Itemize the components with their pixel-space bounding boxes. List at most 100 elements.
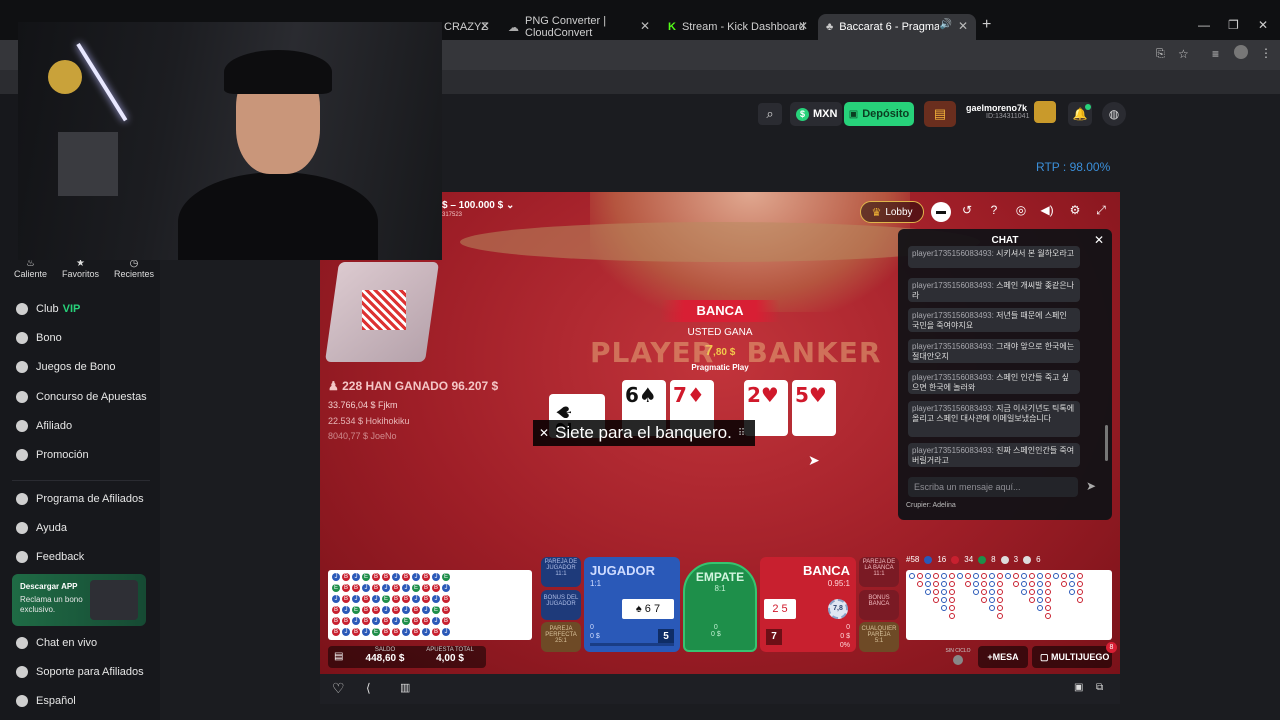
big-road-dot xyxy=(1069,589,1075,595)
bead-road-dot: B xyxy=(432,584,440,592)
sidebar-item-programa-afiliados[interactable]: Programa de Afiliados xyxy=(16,493,144,505)
support-icon xyxy=(16,666,28,678)
quick-link-favoritos[interactable]: ★ Favoritos xyxy=(62,258,99,279)
history-icon[interactable]: ↺ xyxy=(958,203,976,217)
settings-icon[interactable]: ⚙ xyxy=(1066,203,1084,217)
big-road-scoreboard[interactable] xyxy=(906,570,1112,640)
bet-tie[interactable]: EMPATE 8:1 00 $ xyxy=(683,562,757,652)
winner-row: 8040,77 $ JoeNo xyxy=(328,431,397,441)
bead-road-dot: B xyxy=(392,595,400,603)
currency-selector[interactable]: $ MXN xyxy=(790,102,842,126)
close-icon[interactable]: ✕ xyxy=(798,19,808,33)
user-profile[interactable]: gaelmoreno7k ID:134311041 xyxy=(966,101,1058,127)
picture-icon[interactable]: ▣ xyxy=(1074,682,1083,693)
bet-limits[interactable]: $ – 100.000 $ ⌄ xyxy=(442,200,514,211)
tab-baccarat[interactable]: ♣ Baccarat 6 - Pragmatic Play 🔊 ✕ xyxy=(818,14,976,40)
close-window-icon[interactable]: ✕ xyxy=(1258,18,1268,32)
big-road-dot xyxy=(941,573,947,579)
restore-icon[interactable]: ❐ xyxy=(1228,18,1239,32)
card-deck xyxy=(362,290,406,330)
bead-road-dot: B xyxy=(442,595,450,603)
bead-road-dot: J xyxy=(352,617,360,625)
fullscreen-icon[interactable]: ⤢ xyxy=(1092,203,1110,218)
sidebar-item-juegos-bono[interactable]: Juegos de Bono xyxy=(16,361,116,373)
bet-bonus-banker[interactable]: BONUS BANCA xyxy=(859,590,899,620)
sidebar-item-idioma[interactable]: Español xyxy=(16,695,76,707)
quick-link-caliente[interactable]: ♨ Caliente xyxy=(14,258,47,279)
lobby-button[interactable]: ♛ Lobby xyxy=(860,201,924,223)
tab-cloudconvert[interactable]: ☁ PNG Converter | CloudConvert ✕ xyxy=(500,14,658,40)
bet-player[interactable]: JUGADOR 1:1 ♠ 6 7 00 $ 5 xyxy=(584,557,680,652)
bet-perfect-pair[interactable]: PAREJA PERFECTA 25:1 xyxy=(541,622,581,652)
user-avatar xyxy=(1034,101,1056,123)
new-tab-button[interactable]: + xyxy=(982,16,991,34)
sidebar-item-bono[interactable]: Bono xyxy=(16,332,62,344)
send-icon[interactable]: ➤ xyxy=(1086,479,1096,493)
download-app-banner[interactable]: Descargar APP Reclama un bono exclusivo. xyxy=(12,574,146,626)
statistics-icon[interactable]: ◎ xyxy=(1012,203,1030,217)
bead-road-dot: E xyxy=(412,584,420,592)
multigame-button[interactable]: ▢ MULTIJUEGO xyxy=(1032,646,1112,668)
globe-icon xyxy=(16,695,28,707)
chat-icon[interactable]: ▬ xyxy=(931,202,951,222)
big-road-dot xyxy=(1077,589,1083,595)
big-road-dot xyxy=(997,605,1003,611)
bet-banker[interactable]: BANCA 0.95:1 2 5 7,8 7 00 $0% xyxy=(760,557,856,652)
big-road-dot xyxy=(1021,589,1027,595)
bet-label: JUGADOR xyxy=(590,563,656,578)
bookmark-star-icon[interactable]: ☆ xyxy=(1178,47,1189,61)
sidebar-item-club-vip[interactable]: Club VIP xyxy=(16,303,80,315)
chat-input[interactable]: Escriba un mensaje aquí... xyxy=(908,477,1078,497)
quick-link-recientes[interactable]: ◷ Recientes xyxy=(114,258,154,279)
bead-road-dot: E xyxy=(402,617,410,625)
close-icon[interactable]: ✕ xyxy=(480,19,490,33)
sidebar-item-afiliado[interactable]: Afiliado xyxy=(16,420,72,432)
rewards-chest-icon[interactable]: ▤ xyxy=(924,101,956,127)
tab-crazyz[interactable]: CRAZYZ ✕ xyxy=(436,14,498,40)
sidebar-item-concurso[interactable]: Concurso de Apuestas xyxy=(16,391,147,403)
tab-kick[interactable]: K Stream - Kick Dashboard ✕ xyxy=(660,14,816,40)
install-icon[interactable]: ⎘ xyxy=(1156,48,1165,61)
wallet-icon: ▣ xyxy=(848,108,859,120)
drag-handle-icon[interactable]: ⠿ xyxy=(738,428,745,439)
bet-bonus-player[interactable]: BONUS DEL JUGADOR xyxy=(541,590,581,620)
chips-toggle[interactable]: SIN CICLO xyxy=(944,648,972,665)
theater-mode-icon[interactable]: ⧉ xyxy=(1096,682,1103,693)
bead-road-dot: B xyxy=(352,584,360,592)
sidebar-item-ayuda[interactable]: Ayuda xyxy=(16,522,67,534)
big-road-dot xyxy=(997,613,1003,619)
close-icon[interactable]: ✕ xyxy=(1094,233,1104,247)
big-road-dot xyxy=(941,589,947,595)
bet-pair-banker[interactable]: PAREJA DE LA BANCA 11:1 xyxy=(859,557,899,587)
deposit-button[interactable]: ▣ Depósito xyxy=(844,102,914,126)
speaker-icon[interactable]: 🔊 xyxy=(940,19,952,30)
bead-road-scoreboard[interactable]: JEJBBBBBBJBJJBJEJBEJBBBJBBJBJEBJEJBBJBBB… xyxy=(328,570,532,640)
close-icon[interactable]: ✕ xyxy=(958,19,968,33)
close-icon[interactable]: ✕ xyxy=(640,19,650,33)
bead-road-dot: B xyxy=(332,617,340,625)
sidebar-item-promocion[interactable]: Promoción xyxy=(16,449,89,461)
close-icon[interactable]: ✕ xyxy=(539,426,549,440)
heart-icon[interactable]: ♡ xyxy=(332,680,345,697)
sidebar-item-soporte[interactable]: Soporte para Afiliados xyxy=(16,666,144,678)
sound-icon[interactable]: ◀) xyxy=(1038,203,1056,217)
add-table-button[interactable]: +MESA xyxy=(978,646,1028,668)
bet-any-pair[interactable]: CUALQUIER PAREJA 5:1 xyxy=(859,622,899,652)
balance: SALDO 448,60 $ xyxy=(365,647,405,664)
share-icon[interactable]: ⟨ xyxy=(366,681,371,695)
help-icon[interactable]: ? xyxy=(985,203,1003,217)
globe-icon[interactable]: ◍ xyxy=(1102,102,1126,126)
more-menu-icon[interactable]: ⋮ xyxy=(1260,46,1272,60)
stats-chart-icon[interactable]: ▥ xyxy=(400,681,410,694)
bet-chip[interactable]: 7,8 xyxy=(828,599,848,619)
profile-avatar[interactable] xyxy=(1234,45,1248,59)
reading-list-icon[interactable]: ≡ xyxy=(1212,47,1219,61)
search-icon[interactable]: ⌕ xyxy=(758,103,782,125)
chat-scrollbar[interactable] xyxy=(1105,425,1108,461)
bet-pair-player[interactable]: PAREJA DE JUGADOR 11:1 xyxy=(541,557,581,587)
minimize-icon[interactable]: — xyxy=(1198,18,1210,32)
lobby-label: Lobby xyxy=(885,206,913,218)
sidebar-item-chat-vivo[interactable]: Chat en vivo xyxy=(16,637,97,649)
casino-icon: ♣ xyxy=(826,21,834,33)
sidebar-item-feedback[interactable]: Feedback xyxy=(16,551,84,563)
